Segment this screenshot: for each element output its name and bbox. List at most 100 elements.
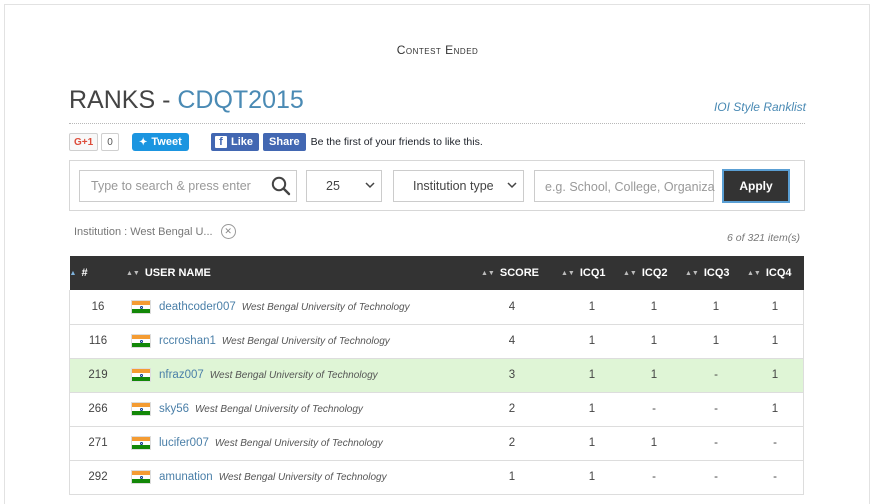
institution-type-select[interactable]: Institution type: [393, 170, 524, 202]
icq2-cell: 1: [650, 300, 658, 313]
institution-label: West Bengal University of Technology: [221, 336, 390, 348]
username-link[interactable]: deathcoder007: [159, 301, 236, 313]
tweet-button[interactable]: ✦ Tweet: [132, 133, 189, 151]
institution-label: West Bengal University of Technology: [241, 301, 410, 313]
icq1-cell: 1: [588, 300, 596, 313]
institution-field: [534, 170, 717, 202]
gplus-count: 0: [101, 133, 119, 151]
icq4-cell: -: [773, 437, 777, 449]
user-cell: nfraz007 West Bengal University of Techno…: [126, 358, 481, 392]
column-header-label: USER NAME: [144, 267, 211, 279]
icq1-cell: 1: [588, 403, 596, 415]
india-flag-icon: [131, 402, 151, 416]
icq3-cell: -: [714, 369, 718, 381]
ranklist-table: ▲ # ▲▼ USER NAME ▲▼ SCORE ▲▼ ICQ1 ▲▼ ICQ2 ▲▼ I…: [69, 256, 804, 495]
user-cell: sky56 West Bengal University of Technolog…: [126, 392, 481, 426]
facebook-icon: f: [215, 136, 227, 148]
username-link[interactable]: sky56: [159, 403, 189, 415]
sort-icon: ▲▼: [561, 270, 575, 277]
column-header-icq2[interactable]: ▲▼ ICQ2: [623, 256, 685, 290]
column-header-icq3[interactable]: ▲▼ ICQ3: [685, 256, 747, 290]
score-cell: 4: [508, 300, 516, 313]
icq3-cell: 1: [712, 300, 720, 313]
gplus-widget: G+1 0: [69, 133, 119, 151]
icq2-cell: -: [652, 403, 656, 415]
column-header-label: #: [81, 267, 88, 279]
icq1-cell: 1: [588, 369, 596, 381]
search-input[interactable]: [89, 178, 273, 194]
india-flag-icon: [131, 299, 151, 314]
sort-icon: ▲: [69, 270, 77, 277]
table-row: 16 deathcoder007 West Bengal University o…: [69, 290, 804, 324]
chevron-down-icon: [507, 182, 517, 189]
column-header-label: ICQ4: [765, 267, 792, 279]
sort-icon: ▲▼: [126, 270, 140, 277]
score-cell: 1: [508, 471, 516, 483]
score-cell: 3: [508, 369, 516, 381]
search-box: [79, 170, 297, 202]
score-cell: 4: [508, 335, 516, 347]
title-divider: [69, 123, 805, 124]
institution-input[interactable]: [543, 179, 717, 195]
search-icon[interactable]: [271, 176, 291, 196]
per-page-value: 25: [326, 179, 340, 193]
user-cell: lucifer007 West Bengal University of Tech…: [126, 426, 481, 460]
table-row: 271 lucifer007 West Bengal University of …: [69, 426, 804, 460]
column-header-label: ICQ2: [641, 267, 668, 279]
contest-code: CDQT2015: [177, 86, 304, 114]
user-cell: amunation West Bengal University of Techn…: [126, 460, 481, 494]
icq3-cell: -: [714, 437, 718, 449]
apply-button[interactable]: Apply: [722, 169, 790, 203]
tweet-widget: ✦ Tweet: [132, 133, 189, 151]
icq4-cell: -: [773, 471, 777, 483]
column-header-icq4[interactable]: ▲▼ ICQ4: [747, 256, 804, 290]
column-header-rank[interactable]: ▲ #: [70, 256, 127, 290]
title-prefix: RANKS -: [69, 86, 178, 114]
column-header-label: SCORE: [499, 267, 539, 279]
close-circle-icon[interactable]: ✕: [220, 224, 236, 239]
table-row-highlighted: 219 nfraz007 West Bengal University of Te…: [69, 358, 804, 392]
icq2-cell: 1: [650, 437, 658, 449]
india-flag-icon: [131, 436, 151, 450]
rank-cell: 16: [91, 300, 105, 313]
per-page-select[interactable]: 25: [306, 170, 382, 202]
sort-icon: ▲▼: [623, 270, 637, 277]
column-header-label: ICQ3: [703, 267, 730, 279]
rank-cell: 266: [88, 403, 108, 415]
institution-label: West Bengal University of Technology: [209, 370, 378, 382]
username-link[interactable]: rccroshan1: [159, 335, 216, 347]
username-link[interactable]: nfraz007: [159, 369, 204, 381]
ioi-ranklist-link[interactable]: IOI Style Ranklist: [714, 100, 806, 114]
column-header-icq1[interactable]: ▲▼ ICQ1: [561, 256, 623, 290]
chevron-down-icon: [365, 182, 375, 189]
icq3-cell: -: [714, 403, 718, 415]
table-row: 292 amunation West Bengal University of T…: [69, 460, 804, 494]
gplus-button[interactable]: G+1: [69, 133, 99, 151]
tweet-label: Tweet: [151, 136, 182, 148]
facebook-widget: f Like Share Be the first of your friends…: [211, 133, 483, 151]
username-link[interactable]: lucifer007: [159, 437, 209, 449]
twitter-bird-icon: ✦: [139, 136, 148, 148]
page-title: RANKS - CDQT2015: [69, 86, 304, 115]
rank-cell: 116: [88, 335, 108, 347]
india-flag-icon: [131, 470, 151, 484]
india-flag-icon: [131, 334, 151, 348]
india-flag-icon: [131, 368, 151, 382]
user-cell: deathcoder007 West Bengal University of T…: [126, 290, 481, 324]
fb-like-text: Be the first of your friends to like thi…: [310, 136, 483, 148]
column-header-username[interactable]: ▲▼ USER NAME: [126, 256, 481, 290]
column-header-score[interactable]: ▲▼ SCORE: [481, 256, 561, 290]
active-filter: Institution : West Bengal U... ✕: [74, 224, 236, 239]
institution-label: West Bengal University of Technology: [218, 472, 387, 484]
items-count: 6 of 321 item(s): [727, 232, 800, 244]
fb-share-button[interactable]: Share: [263, 133, 306, 151]
sort-icon: ▲▼: [481, 270, 495, 277]
username-link[interactable]: amunation: [159, 471, 213, 483]
fb-like-button[interactable]: f Like: [211, 133, 260, 151]
institution-label: West Bengal University of Technology: [214, 438, 383, 450]
rank-cell: 292: [88, 471, 108, 483]
icq1-cell: 1: [588, 471, 596, 483]
score-cell: 2: [508, 437, 516, 449]
rank-cell: 219: [88, 369, 108, 381]
sort-icon: ▲▼: [685, 270, 699, 277]
